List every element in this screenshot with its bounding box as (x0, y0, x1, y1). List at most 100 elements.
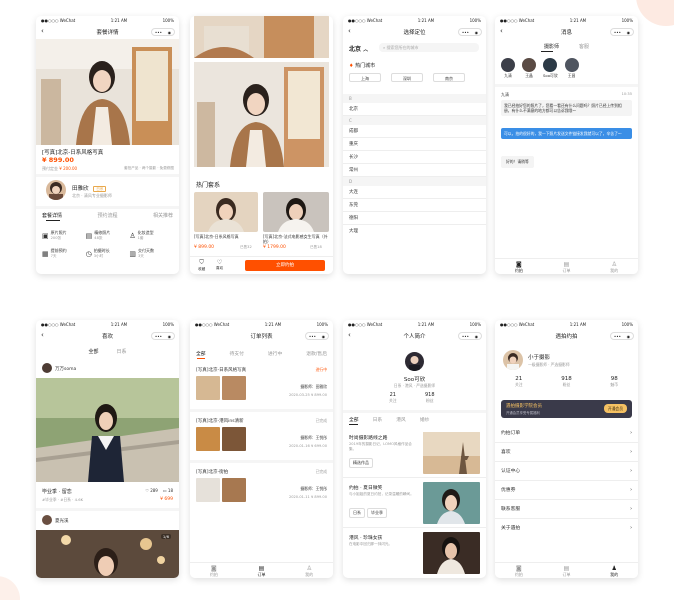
tag-chip[interactable]: 精选作品 (349, 458, 373, 468)
tab-all[interactable]: 全部 (349, 416, 359, 423)
order-card[interactable]: [写真]北京-日系风格写真 进行中 摄影师：田雅欣 2020-03-25 ¥ 8… (190, 364, 333, 412)
avatar[interactable] (42, 515, 52, 525)
tag-chip[interactable]: 日系 (349, 508, 365, 518)
capsule-menu[interactable]: ••• ◉ (305, 332, 329, 340)
post-card[interactable]: 时尚摄影路线之路 2019年的摄影日记，LOMO风格作品合集。 精选作品 (343, 430, 486, 478)
order-card[interactable]: [写真]北京-街拍 已完成 摄影师：王悦彤 2020-01-11 ¥ 899.0… (190, 466, 333, 514)
follow-stat[interactable]: 21 关注 (389, 392, 397, 404)
back-icon[interactable]: ‹ (41, 332, 44, 339)
contact-item[interactable]: Soo可欣 (543, 58, 558, 79)
more-dots-icon[interactable]: ••• (155, 334, 162, 339)
more-dots-icon[interactable]: ••• (462, 30, 469, 35)
tab-booking[interactable]: ◙ 约拍 (495, 563, 543, 578)
hot-city-chip[interactable]: 南京 (433, 73, 465, 82)
tab-refund[interactable]: 退款/售后 (306, 350, 327, 357)
more-dots-icon[interactable]: ••• (462, 334, 469, 339)
capsule-menu[interactable]: ••• ◉ (151, 28, 175, 36)
comment-count[interactable]: ▭ 18 (163, 488, 173, 493)
current-city[interactable]: 北京 ︿ (349, 44, 368, 53)
post-photo[interactable] (36, 530, 179, 578)
tab-booking[interactable]: ◙ 约拍 (495, 259, 543, 274)
tab-mine[interactable]: ♙ 我的 (590, 259, 638, 274)
fans-stat[interactable]: 918 粉丝 (425, 392, 435, 404)
order-card[interactable]: [写真]北京-港风ins清新 已完成 摄影师：王悦彤 2020-01-16 ¥ … (190, 415, 333, 463)
post-card[interactable]: 约拍 · 夏日微笑 与小姐姐的夏日约拍，记录温暖的瞬间。 日系 毕业季 (343, 480, 486, 528)
back-icon[interactable]: ‹ (500, 28, 503, 35)
city-row[interactable]: 德阳 (343, 212, 486, 225)
stat-fans[interactable]: 918 粉丝 (561, 376, 572, 388)
close-icon[interactable]: ◉ (168, 334, 172, 339)
tab-unpaid[interactable]: 待支付 (230, 350, 244, 357)
tag-chip[interactable]: 毕业季 (367, 508, 387, 518)
tab-japanese[interactable]: 日系 (373, 416, 383, 423)
tab-all[interactable]: 全部 (88, 348, 98, 355)
contact-item[interactable]: 九清 (501, 58, 515, 79)
capsule-menu[interactable]: ••• ◉ (458, 332, 482, 340)
capsule-menu[interactable]: ••• ◉ (610, 28, 634, 36)
fav-button[interactable]: ⛉ 收藏 (198, 259, 205, 272)
like-count[interactable]: ♡ 289 (145, 488, 158, 493)
tab-booking-flow[interactable]: 预约流程 (97, 212, 117, 219)
city-row[interactable]: 成都 (343, 125, 486, 138)
city-row[interactable]: 大理 (343, 225, 486, 238)
tab-related[interactable]: 相关推荐 (153, 212, 173, 219)
close-icon[interactable]: ◉ (627, 334, 631, 339)
close-icon[interactable]: ◉ (168, 30, 172, 35)
avatar[interactable] (42, 363, 52, 373)
photographer-avatar[interactable] (46, 180, 66, 200)
back-icon[interactable]: ‹ (41, 28, 44, 35)
tab-japanese[interactable]: 日系 (117, 348, 127, 355)
menu-item-orders[interactable]: 约拍订单 › (495, 424, 638, 443)
capsule-menu[interactable]: ••• ◉ (151, 332, 175, 340)
city-search-input[interactable]: ⌕ 搜索您所在的城市 (379, 43, 479, 52)
more-dots-icon[interactable]: ••• (309, 334, 316, 339)
back-icon[interactable]: ‹ (348, 332, 351, 339)
capsule-menu[interactable]: ••• ◉ (610, 332, 634, 340)
menu-item-support[interactable]: 联系客服 › (495, 500, 638, 519)
city-row[interactable]: 常州 (343, 164, 486, 177)
close-icon[interactable]: ◉ (475, 334, 479, 339)
tab-wedding[interactable]: 婚纱 (420, 416, 430, 423)
menu-item-likes[interactable]: 喜欢 › (495, 443, 638, 462)
tab-orders[interactable]: ▤ 订单 (543, 563, 591, 578)
tab-orders[interactable]: ▤ 订单 (238, 563, 286, 578)
tab-orders[interactable]: ▤ 订单 (543, 259, 591, 274)
post-photo[interactable] (36, 378, 179, 482)
more-dots-icon[interactable]: ••• (614, 334, 621, 339)
more-dots-icon[interactable]: ••• (155, 30, 162, 35)
menu-item-certification[interactable]: 认证中心 › (495, 462, 638, 481)
stat-coins[interactable]: 98 魅币 (610, 376, 618, 388)
contact-item[interactable]: 王昌 (564, 58, 579, 79)
book-now-button[interactable]: 立即约拍 (245, 260, 325, 271)
more-dots-icon[interactable]: ••• (614, 30, 621, 35)
tab-photographer[interactable]: 摄影师 (544, 43, 559, 50)
city-row[interactable]: 东莞 (343, 199, 486, 212)
post-card[interactable]: 港风 · 珍珠女孩 在电影中回归那一抹闪光。 (343, 530, 486, 578)
hot-city-chip[interactable]: 深圳 (391, 73, 423, 82)
package-photo-1[interactable] (194, 192, 258, 232)
city-row[interactable]: 重庆 (343, 138, 486, 151)
tab-mine[interactable]: ♙ 我的 (285, 563, 333, 578)
hot-city-chip[interactable]: 上海 (349, 73, 381, 82)
tab-package-detail[interactable]: 套餐详情 (42, 212, 62, 219)
close-icon[interactable]: ◉ (322, 334, 326, 339)
stat-follow[interactable]: 21 关注 (515, 376, 523, 388)
tab-service[interactable]: 客服 (579, 43, 589, 50)
contact-item[interactable]: 王晶 (522, 58, 536, 79)
city-row[interactable]: 长沙 (343, 151, 486, 164)
tab-hk-style[interactable]: 港风 (396, 416, 406, 423)
close-icon[interactable]: ◉ (627, 30, 631, 35)
city-row[interactable]: 大连 (343, 186, 486, 199)
package-photo-2[interactable] (263, 192, 329, 232)
tab-all[interactable]: 全部 (196, 350, 206, 357)
member-banner[interactable]: 遇拍摄影学院会员 开通会员享受专属福利 开通会员 (501, 400, 632, 418)
tab-booking[interactable]: ◙ 约拍 (190, 563, 238, 578)
tab-mine[interactable]: ♟ 我的 (590, 563, 638, 578)
member-open-button[interactable]: 开通会员 (603, 404, 627, 413)
user-avatar[interactable] (503, 350, 523, 370)
close-icon[interactable]: ◉ (475, 30, 479, 35)
menu-item-about[interactable]: 关于遇拍 › (495, 519, 638, 538)
city-row[interactable]: 北京 (343, 103, 486, 116)
menu-item-coupons[interactable]: 优惠券 › (495, 481, 638, 500)
capsule-menu[interactable]: ••• ◉ (458, 28, 482, 36)
